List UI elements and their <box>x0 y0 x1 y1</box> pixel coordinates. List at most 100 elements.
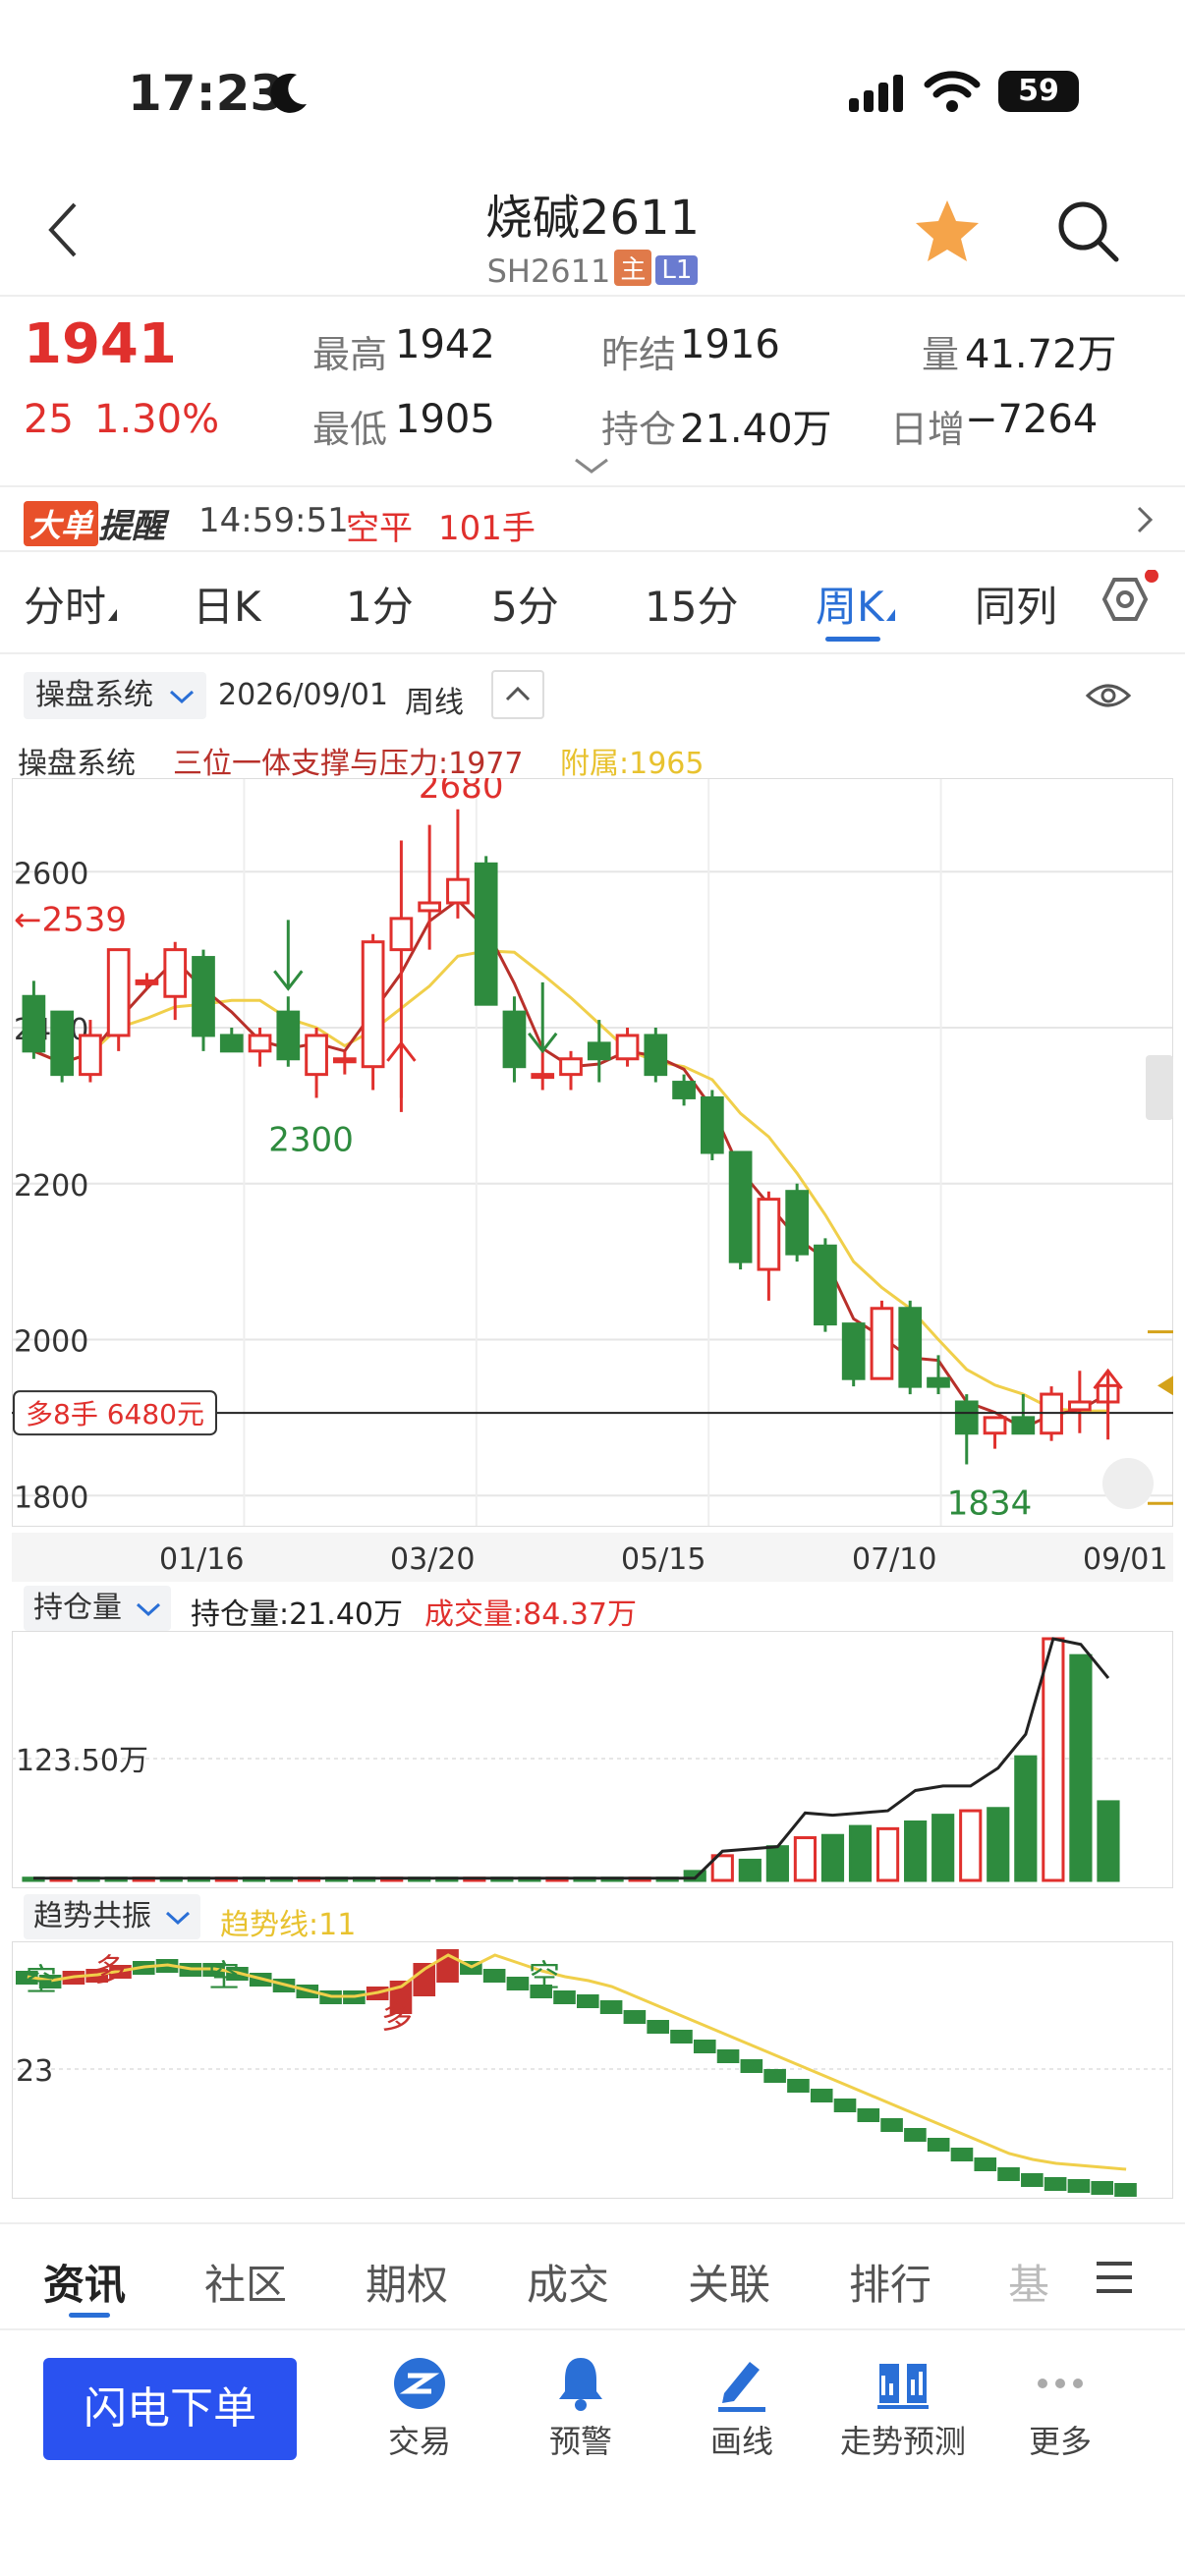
tab-related[interactable]: 关联 <box>688 2252 770 2312</box>
candle-body <box>700 1095 724 1154</box>
alert-button[interactable]: 预警 <box>497 2354 664 2462</box>
trend-step <box>763 2069 786 2083</box>
date-tick: 09/01 <box>1083 1542 1168 1577</box>
candle-body <box>559 1057 583 1077</box>
trend-step <box>904 2128 927 2142</box>
trend-step <box>1044 2177 1067 2191</box>
chevron-right-icon <box>1136 505 1154 538</box>
candle-body <box>135 979 159 985</box>
candle-body <box>418 901 442 913</box>
trend-line-value: 趋势线:11 <box>220 1908 357 1942</box>
menu-icon[interactable] <box>1093 2260 1136 2299</box>
candle-body <box>474 862 498 1006</box>
volume-bar <box>987 1807 1010 1882</box>
tab-trades[interactable]: 成交 <box>527 2252 609 2312</box>
dropdown-corner-icon <box>885 609 895 621</box>
trend-step <box>1114 2183 1137 2197</box>
tab-1min[interactable]: 1分 <box>346 574 414 634</box>
fullscreen-button <box>1102 1458 1154 1509</box>
candle-body <box>163 948 188 998</box>
candle-body <box>983 1416 1007 1435</box>
price-change: 25 <box>24 397 74 442</box>
open-interest-label: 持仓 <box>601 408 677 451</box>
alert-label: 预警 <box>548 2423 612 2460</box>
alert-size: 101手 <box>438 509 536 548</box>
tab-15min[interactable]: 15分 <box>645 574 738 634</box>
more-button[interactable]: 更多 <box>977 2354 1144 2462</box>
low-value: 1905 <box>395 397 495 442</box>
trend-step <box>740 2059 763 2073</box>
expand-chevron-icon[interactable] <box>574 456 609 479</box>
collapse-chevron-up-icon[interactable] <box>491 670 544 719</box>
prev-settle-value: 1916 <box>680 322 780 367</box>
trade-button[interactable]: 交易 <box>336 2354 503 2462</box>
trend-step <box>787 2079 810 2093</box>
trend-line <box>27 1953 1127 2171</box>
active-tab-indicator <box>825 637 880 642</box>
date-axis: 01/16 03/20 05/15 07/10 09/01 <box>12 1533 1173 1582</box>
chevron-down-icon <box>165 1911 190 1925</box>
high-annotation: 2680 <box>419 778 504 807</box>
volume-chart: 123.50万 <box>12 1631 1173 1888</box>
tab-intraday[interactable]: 分时 <box>24 574 118 634</box>
date-tick: 05/15 <box>621 1542 706 1577</box>
tab-label: 分时 <box>24 583 107 631</box>
candle-body <box>531 1073 555 1080</box>
last-price: 1941 <box>24 312 177 376</box>
y-tick-label: 2000 <box>14 1325 88 1360</box>
candle-body <box>1067 1400 1092 1412</box>
draw-button[interactable]: 画线 <box>658 2354 825 2462</box>
tab-options[interactable]: 期权 <box>366 2252 448 2312</box>
volume-bar <box>1097 1800 1120 1882</box>
tab-community[interactable]: 社区 <box>204 2252 287 2312</box>
candle-body <box>757 1198 781 1271</box>
candle-body <box>361 940 385 1069</box>
page-title: 烧碱2611 <box>484 191 701 246</box>
candle-body <box>672 1081 696 1099</box>
trade-icon <box>336 2354 503 2417</box>
tab-daily-k[interactable]: 日K <box>193 574 261 634</box>
candle-body <box>785 1190 810 1256</box>
candle-body <box>870 1307 894 1380</box>
forecast-button[interactable]: 走势预测 <box>819 2354 987 2462</box>
search-icon[interactable] <box>1055 198 1120 267</box>
trend-step <box>1091 2181 1114 2195</box>
chart-period: 周线 <box>405 686 464 720</box>
left-arrow-annotation: ←2539 <box>14 901 127 940</box>
chevron-down-icon <box>169 690 194 703</box>
position-label: 多8手 6480元 <box>26 1398 204 1430</box>
candle-body <box>248 1034 272 1053</box>
eye-icon[interactable] <box>1085 680 1132 715</box>
tab-compare[interactable]: 同列 <box>975 574 1057 634</box>
trend-step <box>927 2138 950 2152</box>
candle-body <box>446 877 470 905</box>
trend-selector[interactable]: 趋势共振 <box>24 1894 200 1939</box>
more-label: 更多 <box>1028 2423 1092 2460</box>
tab-ranking[interactable]: 排行 <box>849 2252 931 2312</box>
oi-selector[interactable]: 持仓量 <box>24 1586 171 1631</box>
trend-step <box>647 2020 669 2034</box>
tab-news[interactable]: 资讯 <box>43 2252 126 2312</box>
low-label: 最低 <box>312 408 388 451</box>
y-tick-label: 23 <box>16 2054 53 2089</box>
flash-order-button[interactable]: 闪电下单 <box>43 2358 297 2460</box>
system-selector[interactable]: 操盘系统 <box>24 672 206 719</box>
chart-date: 2026/09/01 <box>218 678 388 712</box>
trend-step <box>1021 2173 1044 2187</box>
tab-fundamentals[interactable]: 基 <box>1008 2252 1049 2312</box>
trend-signal-label: 多 <box>381 1998 413 2036</box>
tab-5min[interactable]: 5分 <box>491 574 559 634</box>
alert-row[interactable]: 大单 提醒 14:59:51 空平 101手 <box>0 491 1185 550</box>
settings-hexagon-icon[interactable] <box>1091 569 1159 633</box>
candle-body <box>587 1041 611 1061</box>
indicator-sub-value: 附属:1965 <box>560 747 705 781</box>
indicator-main-value: 三位一体支撑与压力:1977 <box>173 747 524 781</box>
candle-body <box>954 1400 979 1435</box>
tab-weekly-k[interactable]: 周K <box>816 574 895 634</box>
candlestick-chart[interactable]: 26002400220020001800多8手 6480元26802300183… <box>12 778 1173 1527</box>
trend-step <box>506 1977 530 1990</box>
book-icon <box>819 2354 987 2417</box>
trend-step <box>974 2157 997 2171</box>
star-icon[interactable] <box>914 198 981 267</box>
volume-bar <box>931 1814 955 1882</box>
